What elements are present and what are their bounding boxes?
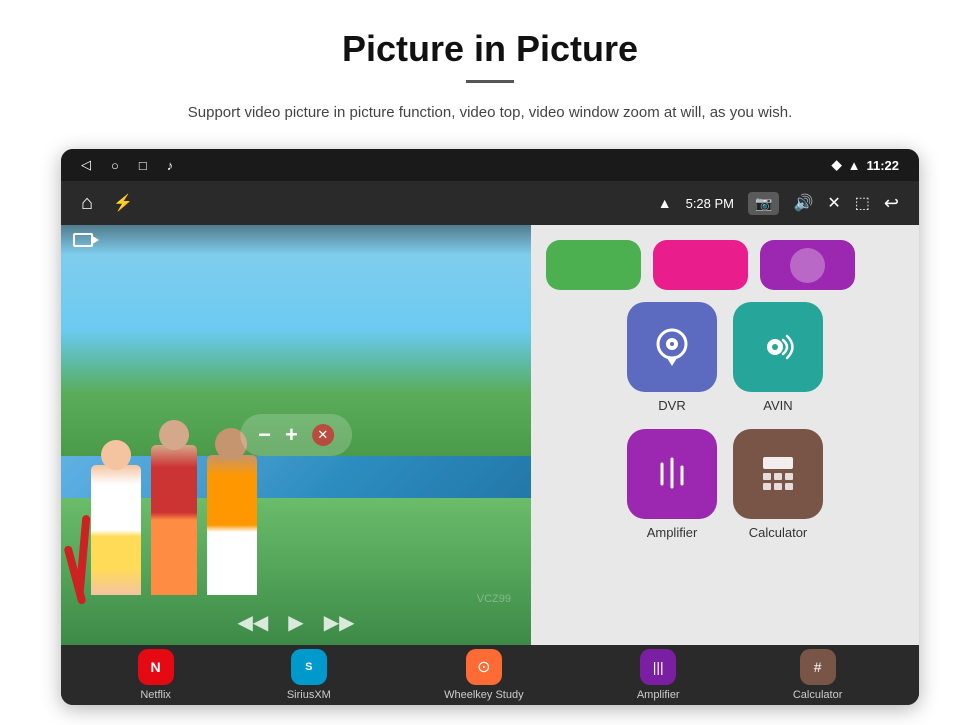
pip-camera-lens: [91, 235, 99, 245]
pip-overlay: [61, 225, 531, 255]
bottom-app-wheelkey[interactable]: ⊙ Wheelkey Study: [444, 649, 523, 701]
bottom-app-calculator[interactable]: # Calculator: [793, 649, 843, 701]
figure-1-head: [101, 440, 131, 470]
usb-icon: ⚡: [113, 193, 133, 213]
volume-icon[interactable]: 🔊: [793, 193, 813, 213]
toolbar-time: 5:28 PM: [686, 196, 734, 211]
dvr-icon: [627, 302, 717, 392]
pip-area: − + ✕ ◀◀ ▶ ▶▶ VCZ99: [61, 225, 531, 645]
back-icon[interactable]: ◁: [81, 157, 91, 173]
status-time: 11:22: [866, 158, 899, 173]
top-app-pink: [653, 240, 748, 290]
toolbar-right: ▲ 5:28 PM 📷 🔊 ✕ ⬚ ↩: [658, 192, 899, 215]
app-toolbar: ⌂ ⚡ ▲ 5:28 PM 📷 🔊 ✕ ⬚ ↩: [61, 181, 919, 225]
pip-video: − + ✕ ◀◀ ▶ ▶▶ VCZ99: [61, 225, 531, 645]
calculator-bottom-icon: #: [800, 649, 836, 685]
pip-bottom-controls: ◀◀ ▶ ▶▶: [61, 610, 531, 635]
device-content: − + ✕ ◀◀ ▶ ▶▶ VCZ99: [61, 225, 919, 645]
page-subtitle: Support video picture in picture functio…: [60, 101, 920, 125]
calculator-bottom-label: Calculator: [793, 689, 843, 701]
bottom-bar: N Netflix S SiriusXM ⊙ Wheelkey Study ||…: [61, 645, 919, 705]
top-app-green: [546, 240, 641, 290]
watermark: VCZ99: [477, 593, 511, 605]
home-icon[interactable]: ○: [111, 158, 119, 173]
back-toolbar-icon[interactable]: ↩: [884, 193, 899, 214]
camera-toolbar-button[interactable]: 📷: [748, 192, 779, 215]
netflix-bottom-icon: N: [138, 649, 174, 685]
amplifier-label: Amplifier: [647, 525, 698, 540]
recent-icon[interactable]: □: [139, 158, 147, 173]
wheelkey-bottom-label: Wheelkey Study: [444, 689, 523, 701]
pip-next-button[interactable]: ▶▶: [324, 610, 355, 635]
app-calculator[interactable]: Calculator: [733, 429, 823, 540]
toolbar-left: ⌂ ⚡: [81, 192, 133, 215]
figure-1-body: [91, 465, 141, 595]
amplifier-icon: [627, 429, 717, 519]
figure-2-head: [159, 420, 189, 450]
wifi-toolbar-icon: ▲: [658, 195, 672, 211]
figure-1: [91, 465, 141, 595]
wheelkey-bottom-icon: ⊙: [466, 649, 502, 685]
dvr-svg: [647, 322, 697, 372]
pip-close-button[interactable]: ✕: [312, 424, 334, 446]
avin-svg: [753, 322, 803, 372]
top-app-purple: [760, 240, 855, 290]
close-toolbar-icon[interactable]: ✕: [827, 193, 840, 213]
figure-2: [151, 445, 197, 595]
figure-3-body: [207, 455, 257, 595]
figure-2-body: [151, 445, 197, 595]
pip-play-button[interactable]: ▶: [288, 610, 303, 635]
title-divider: [466, 80, 514, 83]
bottom-app-siriusxm[interactable]: S SiriusXM: [287, 649, 331, 701]
avin-icon: [733, 302, 823, 392]
status-bar-right: ◆ ▲ 11:22: [832, 157, 899, 173]
top-apps-row: [546, 240, 904, 290]
video-figures: [91, 445, 257, 595]
avin-label: AVIN: [763, 398, 792, 413]
figure-3: [207, 455, 257, 595]
amplifier-svg: [647, 449, 697, 499]
app-avin[interactable]: AVIN: [733, 302, 823, 413]
pip-minus-button[interactable]: −: [258, 422, 271, 448]
pip-icon[interactable]: ⬚: [855, 193, 870, 213]
status-bar-left: ◁ ○ □ ♪: [81, 157, 173, 173]
calculator-label: Calculator: [749, 525, 808, 540]
app-amplifier[interactable]: Amplifier: [627, 429, 717, 540]
pip-prev-button[interactable]: ◀◀: [238, 610, 269, 635]
amplifier-bottom-icon: |||: [640, 649, 676, 685]
netflix-bottom-label: Netflix: [140, 689, 171, 701]
calculator-svg: [753, 449, 803, 499]
dvr-label: DVR: [658, 398, 685, 413]
pip-plus-button[interactable]: +: [285, 422, 298, 448]
app-row-1: DVR AVIN: [546, 302, 904, 413]
wifi-icon: ▲: [848, 158, 861, 173]
amplifier-bottom-label: Amplifier: [637, 689, 680, 701]
app-dvr[interactable]: DVR: [627, 302, 717, 413]
sirius-bottom-icon: S: [291, 649, 327, 685]
app-grid-area: DVR AVIN: [531, 225, 919, 645]
app-row-2: Amplifier: [546, 429, 904, 540]
music-icon: ♪: [167, 158, 174, 173]
calculator-icon: [733, 429, 823, 519]
pip-controls[interactable]: − + ✕: [240, 414, 352, 456]
bottom-app-amplifier[interactable]: ||| Amplifier: [637, 649, 680, 701]
top-app-circle: [790, 248, 825, 283]
sirius-bottom-label: SiriusXM: [287, 689, 331, 701]
bottom-app-netflix[interactable]: N Netflix: [138, 649, 174, 701]
home-button[interactable]: ⌂: [81, 192, 93, 215]
status-bar: ◁ ○ □ ♪ ◆ ▲ 11:22: [61, 149, 919, 181]
device-frame: ◁ ○ □ ♪ ◆ ▲ 11:22 ⌂ ⚡ ▲ 5:28 PM 📷 🔊: [61, 149, 919, 705]
page-title: Picture in Picture: [60, 28, 920, 70]
pip-camera-indicator: [73, 233, 93, 247]
location-icon: ◆: [832, 157, 842, 173]
